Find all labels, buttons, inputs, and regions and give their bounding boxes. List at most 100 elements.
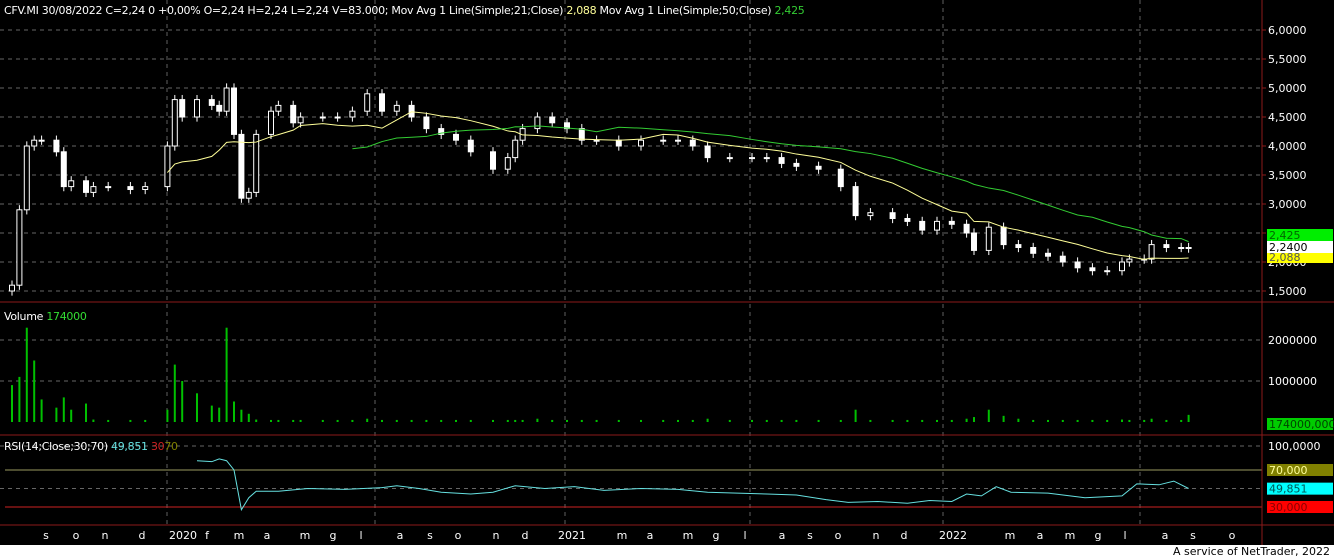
- x-tick-label: n: [493, 529, 500, 542]
- candle-body: [393, 104, 400, 112]
- x-tick-label: o: [835, 529, 842, 542]
- x-tick-label: d: [139, 529, 146, 542]
- volume-bar: [366, 418, 369, 422]
- candle-body: [467, 139, 474, 153]
- candle-body: [290, 104, 297, 124]
- volume-bar: [965, 418, 968, 422]
- x-tick-label: o: [1229, 529, 1236, 542]
- x-tick-label: m: [1005, 529, 1016, 542]
- volume-bar: [1061, 419, 1064, 422]
- volume-bar: [247, 413, 250, 422]
- volume-bar: [25, 327, 28, 422]
- volume-bar: [1143, 419, 1146, 422]
- volume-bar: [395, 419, 398, 422]
- candle-body: [578, 128, 585, 141]
- candle-body: [194, 99, 200, 118]
- x-tick-label: n: [102, 529, 109, 542]
- volume-bar: [973, 417, 975, 422]
- candle-body: [9, 284, 15, 292]
- candle-body: [749, 157, 755, 160]
- footer-strip: [0, 545, 1334, 559]
- candle-body: [704, 145, 711, 159]
- x-tick-label: g: [1095, 529, 1102, 542]
- candle-body: [512, 139, 519, 159]
- volume-label: Volume: [4, 310, 44, 323]
- candle-body: [852, 186, 859, 217]
- candle-body: [793, 162, 800, 167]
- candle-body: [1185, 247, 1192, 249]
- candle-body: [223, 87, 230, 112]
- price-tick-label: 4,0000: [1268, 140, 1307, 153]
- x-tick-label: 2020: [169, 529, 197, 542]
- price-tick-label: 3,0000: [1268, 198, 1307, 211]
- volume-bar: [166, 409, 169, 422]
- candle-body: [164, 145, 171, 188]
- x-tick-label: n: [873, 529, 880, 542]
- x-tick-label: d: [901, 529, 908, 542]
- volume-bar: [225, 327, 228, 422]
- candle-body: [16, 209, 23, 286]
- volume-bar: [751, 419, 753, 422]
- volume-bar: [92, 419, 95, 422]
- volume-bar: [210, 405, 213, 422]
- candle-body: [423, 116, 430, 130]
- volume-bar: [1076, 419, 1079, 422]
- volume-bar: [936, 419, 938, 422]
- volume-bar: [691, 419, 694, 422]
- x-tick-label: o: [455, 529, 462, 542]
- candle-body: [867, 212, 874, 217]
- volume-bar: [11, 385, 13, 422]
- x-tick-label: 2022: [939, 529, 967, 542]
- volume-bar: [1187, 414, 1190, 422]
- x-tick-label: a: [1162, 529, 1169, 542]
- volume-badge: 174000,000: [1269, 418, 1334, 431]
- volume-bar: [1091, 419, 1094, 422]
- candle-body: [490, 151, 496, 170]
- footer-credit: A service of NetTrader, 2022: [1173, 545, 1330, 558]
- volume-bar: [410, 419, 413, 422]
- volume-bar: [566, 419, 568, 422]
- candle-body: [815, 165, 822, 170]
- volume-bar: [617, 419, 620, 422]
- candle-body: [238, 133, 245, 199]
- candle-body: [268, 110, 274, 135]
- candle-body: [504, 157, 511, 170]
- x-tick-label: a: [264, 529, 271, 542]
- x-tick-label: l: [359, 529, 362, 542]
- volume-bar: [196, 393, 198, 422]
- candle-body: [726, 157, 733, 160]
- x-tick-label: a: [1037, 529, 1044, 542]
- ma21-value: 2,088: [566, 4, 597, 17]
- candle-body: [1045, 252, 1051, 257]
- volume-bar: [107, 419, 110, 422]
- volume-bar: [173, 364, 176, 422]
- candle-body: [408, 104, 415, 118]
- candle-body: [105, 186, 112, 189]
- candle-body: [53, 139, 60, 153]
- rsi-label: RSI(14;Close;30;70): [4, 440, 108, 453]
- volume-bar: [129, 419, 132, 422]
- ma50-label: Mov Avg 1 Line(Simple;50;Close): [599, 4, 772, 17]
- volume-bar: [70, 409, 73, 422]
- volume-bar: [551, 419, 554, 422]
- x-tick-label: l: [743, 529, 746, 542]
- volume-header: Volume 174000: [4, 310, 87, 323]
- volume-bar: [839, 419, 842, 422]
- candle-body: [1074, 261, 1081, 269]
- volume-bar: [277, 419, 280, 422]
- stock-chart[interactable]: 6,0000 5,5000 5,0000 4,5000 4,0000 3,5000 3,00…: [0, 0, 1334, 545]
- volume-bar: [144, 419, 147, 422]
- candle-body: [1148, 244, 1155, 260]
- volume-bar: [854, 409, 857, 422]
- candle-body: [763, 157, 770, 160]
- volume-bar: [292, 419, 295, 422]
- ma50-value: 2,425: [774, 4, 805, 17]
- volume-bar: [1047, 419, 1049, 422]
- price-tick-label: 3,5000: [1268, 169, 1307, 182]
- volume-bar: [1002, 415, 1005, 422]
- volume-bar: [780, 419, 783, 422]
- candle-body: [675, 139, 681, 142]
- x-tick-label: m: [683, 529, 694, 542]
- candle-body: [971, 232, 977, 251]
- volume-bar: [40, 399, 43, 422]
